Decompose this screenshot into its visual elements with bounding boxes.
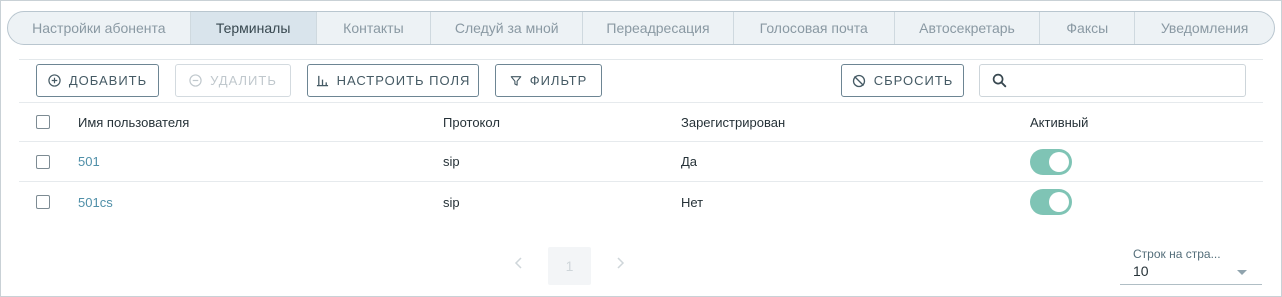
row-checkbox[interactable] (36, 195, 50, 209)
delete-button-label: УДАЛИТЬ (210, 73, 277, 88)
select-all-checkbox[interactable] (36, 115, 50, 129)
filter-button-label: ФИЛЬТР (529, 73, 588, 88)
tab-forwarding[interactable]: Переадресация (583, 12, 734, 44)
tab-auto-attendant[interactable]: Автосекретарь (895, 12, 1041, 44)
rows-per-page-value: 10 (1133, 263, 1149, 279)
tab-contacts[interactable]: Контакты (317, 12, 432, 44)
protocol-cell: sip (443, 194, 460, 210)
columns-icon (316, 74, 329, 87)
configure-fields-button[interactable]: НАСТРОИТЬ ПОЛЯ (307, 64, 479, 97)
delete-button[interactable]: УДАЛИТЬ (175, 64, 291, 97)
toggle-knob (1049, 151, 1069, 172)
search-input[interactable] (1018, 65, 1245, 96)
column-header-active[interactable]: Активный (1030, 103, 1088, 141)
tab-bar: Настройки абонента Терминалы Контакты Сл… (7, 11, 1275, 45)
registered-cell: Нет (681, 194, 704, 210)
chevron-left-icon (514, 256, 524, 274)
plus-circle-icon (48, 74, 61, 87)
search-icon (980, 73, 1018, 88)
configure-fields-label: НАСТРОИТЬ ПОЛЯ (336, 73, 471, 88)
registered-cell: Да (681, 154, 698, 169)
toggle-knob (1049, 192, 1069, 212)
tab-faxes[interactable]: Факсы (1040, 12, 1136, 44)
username-link[interactable]: 501cs (78, 182, 113, 222)
next-page-button[interactable] (608, 253, 632, 277)
table-header: Имя пользователя Протокол Зарегистрирова… (19, 102, 1263, 142)
chevron-right-icon (615, 256, 625, 274)
page-number-button[interactable]: 1 (548, 247, 591, 285)
column-header-protocol[interactable]: Протокол (443, 103, 500, 141)
reset-button-label: СБРОСИТЬ (873, 73, 954, 88)
tab-follow-me[interactable]: Следуй за мной (431, 12, 584, 44)
reset-button[interactable]: СБРОСИТЬ (841, 64, 964, 97)
table-row: 501 sip Да (19, 142, 1263, 182)
column-header-username[interactable]: Имя пользователя (78, 103, 189, 141)
tab-subscriber-settings[interactable]: Настройки абонента (8, 12, 191, 44)
tab-terminals[interactable]: Терминалы (190, 12, 317, 44)
protocol-cell: sip (443, 154, 460, 169)
username-link[interactable]: 501 (78, 142, 100, 181)
rows-per-page-label: Строк на стра... (1133, 247, 1221, 261)
active-toggle[interactable] (1030, 148, 1072, 175)
funnel-icon (510, 75, 522, 87)
minus-circle-icon (189, 74, 202, 87)
row-checkbox[interactable] (36, 154, 50, 169)
add-button-label: ДОБАВИТЬ (68, 73, 148, 88)
search-box (979, 64, 1246, 97)
active-toggle[interactable] (1030, 189, 1072, 215)
add-button[interactable]: ДОБАВИТЬ (36, 64, 159, 97)
chevron-down-icon (1237, 270, 1247, 275)
filter-button[interactable]: ФИЛЬТР (495, 64, 602, 97)
prev-page-button[interactable] (507, 253, 531, 277)
rows-per-page-select[interactable]: 10 (1120, 261, 1262, 285)
reset-icon (852, 74, 866, 88)
column-header-registered[interactable]: Зарегистрирован (681, 103, 785, 141)
tab-voicemail[interactable]: Голосовая почта (734, 12, 895, 44)
tab-notifications[interactable]: Уведомления (1135, 12, 1274, 44)
table-row: 501cs sip Нет (19, 182, 1263, 222)
